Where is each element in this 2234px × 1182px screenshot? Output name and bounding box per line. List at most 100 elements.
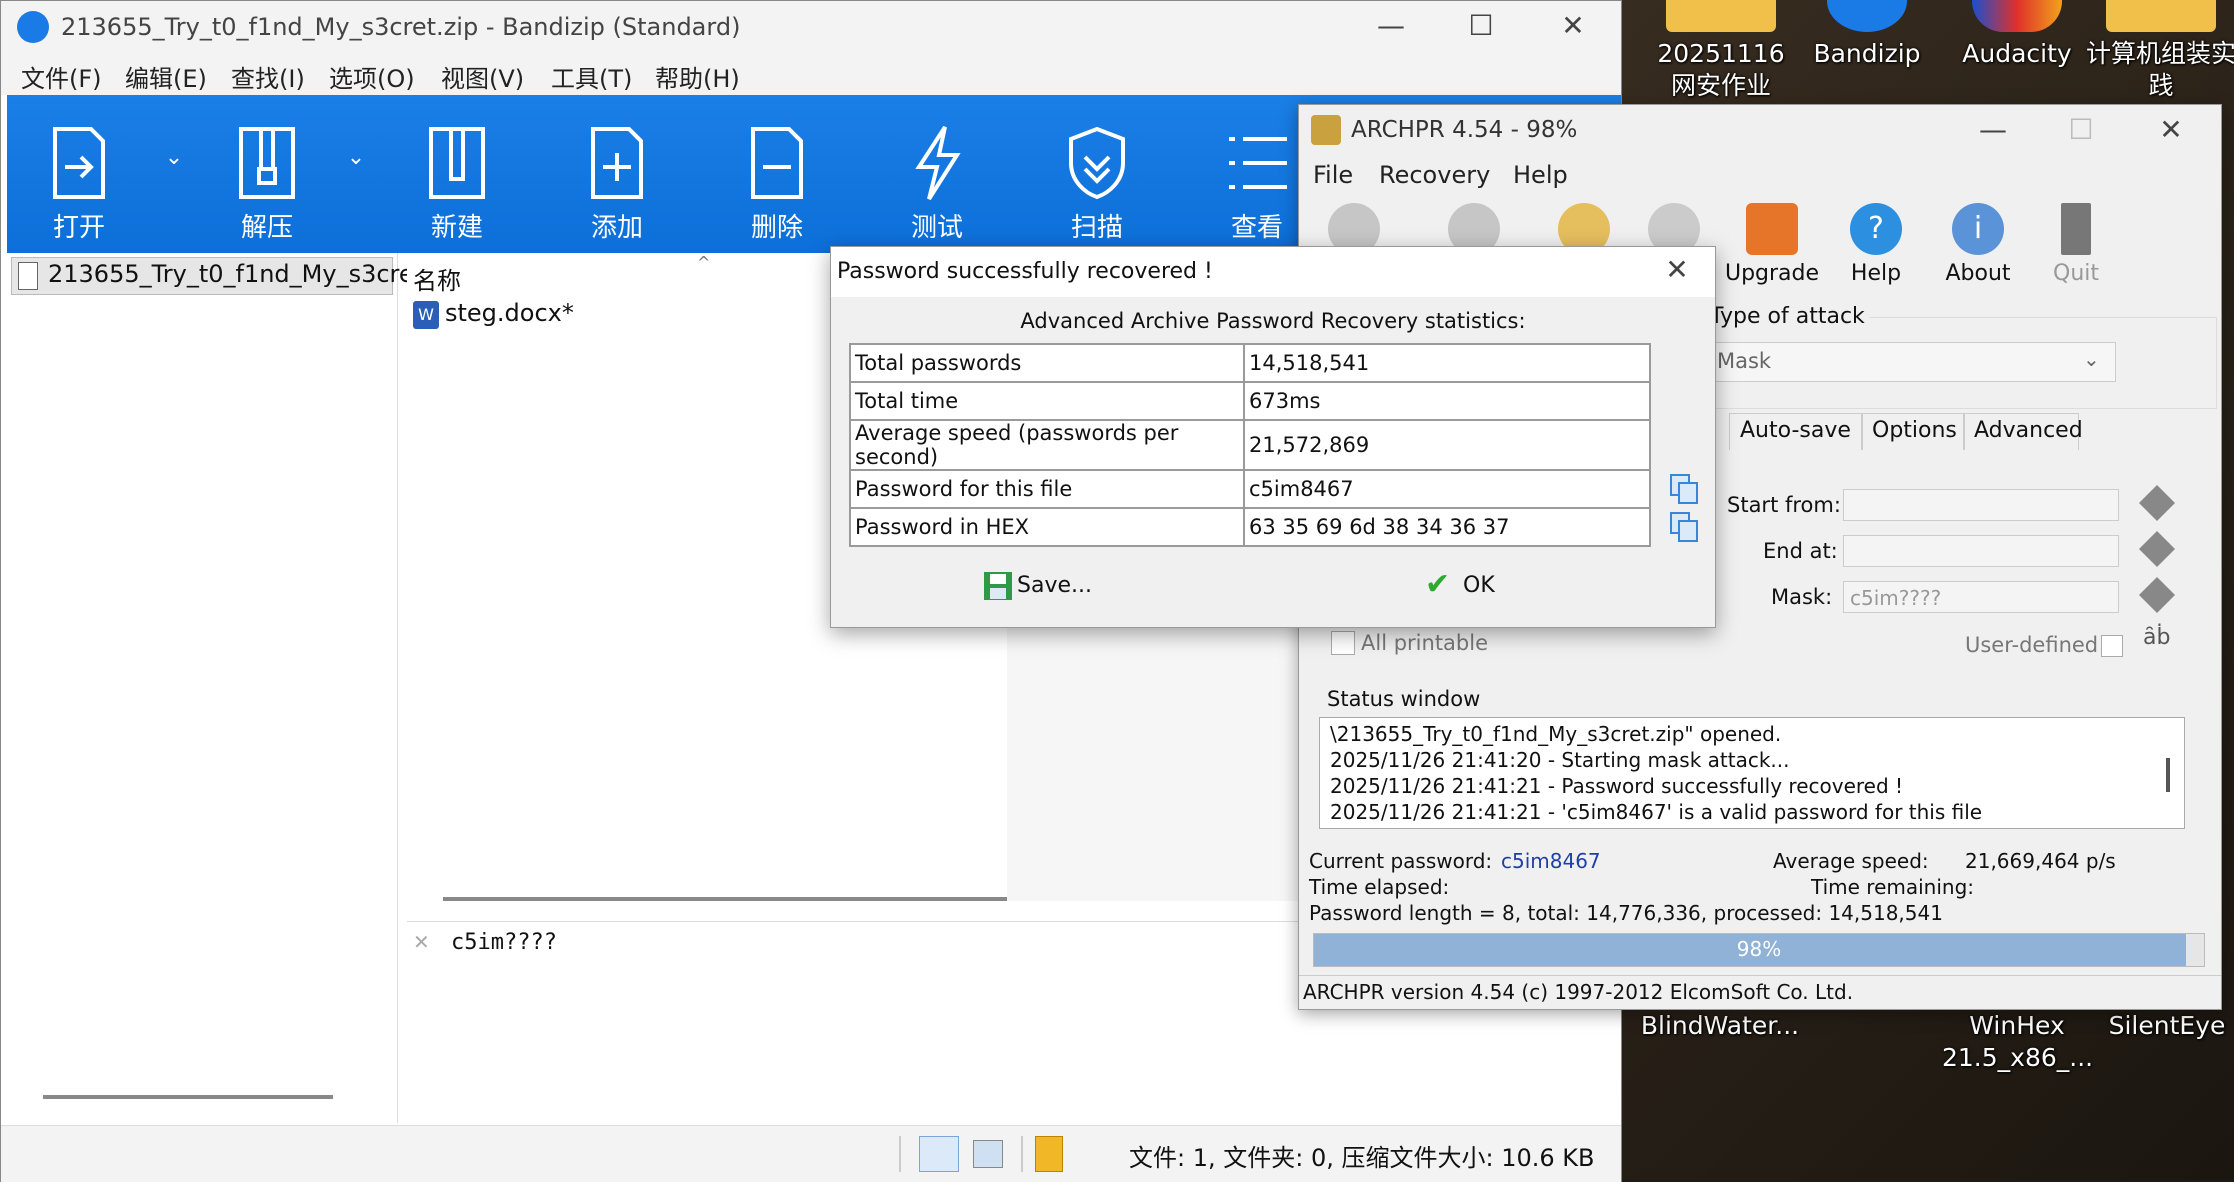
current-password-label: Current password: <box>1309 849 1493 873</box>
word-document-icon: W <box>413 301 439 329</box>
tree-item-archive[interactable]: 213655_Try_t0_f1nd_My_s3cre <box>11 257 414 295</box>
desktop-icon-bandizip[interactable]: Bandizip <box>1792 0 1942 70</box>
desktop-icon-folder-jisuanji[interactable]: 计算机组装实践 <box>2086 0 2234 102</box>
stat-key: Password in HEX <box>849 507 1245 547</box>
open-dropdown-chevron-down-icon[interactable]: ⌄ <box>159 145 189 175</box>
status-divider <box>1021 1136 1023 1172</box>
open-icon <box>53 127 105 199</box>
bandizip-app-icon <box>17 11 49 43</box>
open-label: 打开 <box>52 213 105 243</box>
desktop-icon-blindwater[interactable]: BlindWater... <box>1640 1010 1800 1042</box>
menu-options[interactable]: 选项(O) <box>329 59 415 94</box>
close-button[interactable]: ✕ <box>2141 113 2201 149</box>
attack-type-select[interactable]: Mask ⌄ <box>1708 342 2116 382</box>
menu-bar: 文件(F) 编辑(E) 查找(I) 选项(O) 视图(V) 工具(T) 帮助(H… <box>1 53 1621 95</box>
dialog-close-button[interactable]: ✕ <box>1647 253 1707 289</box>
column-header-name[interactable]: 名称 <box>413 261 461 296</box>
time-elapsed-label: Time elapsed: <box>1309 875 1450 899</box>
delete-label: 删除 <box>750 213 803 243</box>
info-icon: i <box>1952 203 2004 255</box>
checkmark-icon: ✔ <box>1425 567 1451 602</box>
user-defined-checkbox[interactable] <box>2101 635 2123 657</box>
floppy-disk-icon <box>984 572 1012 600</box>
password-length-info: Password length = 8, total: 14,776,336, … <box>1309 901 1943 925</box>
quit-button[interactable]: Quit <box>2021 199 2131 299</box>
menu-edit[interactable]: 编辑(E) <box>125 59 207 94</box>
tab-label: Auto-save <box>1740 418 1851 443</box>
archpr-app-icon <box>1311 115 1341 145</box>
maximize-button[interactable]: ☐ <box>2051 113 2111 149</box>
end-at-field[interactable] <box>1843 535 2119 567</box>
tab-auto-save[interactable]: Auto-save <box>1729 413 1863 450</box>
start-from-field[interactable] <box>1843 489 2119 521</box>
stat-value: 673ms <box>1243 381 1651 421</box>
end-at-picker-icon[interactable] <box>2139 531 2175 567</box>
tree-item-label: 213655_Try_t0_f1nd_My_s3cre <box>48 260 414 288</box>
title-bar: ARCHPR 4.54 - 98% — ☐ ✕ <box>1299 105 2221 155</box>
add-button[interactable]: 添加 <box>557 95 677 253</box>
menu-help[interactable]: Help <box>1513 161 1568 189</box>
test-label: 测试 <box>910 213 963 243</box>
menu-find[interactable]: 查找(I) <box>231 59 305 94</box>
details-view-icon[interactable] <box>919 1136 959 1172</box>
menu-bar: File Recovery Help <box>1299 155 2221 195</box>
audacity-shortcut-icon <box>1972 0 2062 32</box>
status-line: \213655_Try_t0_f1nd_My_s3cret.zip" opene… <box>1330 722 1782 746</box>
table-row: Password in HEX 63 35 69 6d 38 34 36 37 <box>849 507 1651 547</box>
dialog-title: Password successfully recovered ! <box>837 259 1213 284</box>
extract-button[interactable]: 解压 <box>207 95 327 253</box>
mask-field[interactable]: c5im???? <box>1843 581 2119 613</box>
desktop-icon-folder-20251116[interactable]: 20251116网安作业 <box>1646 0 1796 102</box>
menu-view[interactable]: 视图(V) <box>441 59 524 94</box>
stat-key: Total time <box>849 381 1245 421</box>
tab-label: Advanced <box>1974 418 2083 443</box>
copy-hex-icon[interactable] <box>1669 511 1699 543</box>
new-button[interactable]: 新建 <box>397 95 517 253</box>
charset-icon[interactable]: ȃḃ <box>2143 625 2170 650</box>
footer: ARCHPR version 4.54 (c) 1997-2012 ElcomS… <box>1299 975 2221 1010</box>
desktop-icon-silenteye[interactable]: SilentEye <box>2100 1010 2234 1042</box>
desktop-icon-audacity[interactable]: Audacity <box>1942 0 2092 70</box>
menu-file[interactable]: File <box>1313 161 1353 189</box>
delete-button[interactable]: 删除 <box>717 95 837 253</box>
scan-button[interactable]: 扫描 <box>1037 95 1157 253</box>
stat-value: 14,518,541 <box>1243 343 1651 383</box>
ok-button[interactable]: ✔ OK <box>1425 567 1515 607</box>
mask-picker-icon[interactable] <box>2139 577 2175 613</box>
shield-icon <box>1069 126 1125 200</box>
menu-file[interactable]: 文件(F) <box>21 59 102 94</box>
all-printable-checkbox[interactable] <box>1331 631 1355 655</box>
upgrade-button[interactable]: Upgrade <box>1717 199 1827 299</box>
tab-advanced[interactable]: Advanced <box>1963 413 2083 450</box>
horizontal-scrollbar[interactable] <box>43 1095 333 1099</box>
extract-dropdown-chevron-down-icon[interactable]: ⌄ <box>341 145 371 175</box>
close-comment-icon[interactable]: ✕ <box>413 930 430 954</box>
minimize-button[interactable]: — <box>1963 113 2023 149</box>
preview-view-icon[interactable] <box>973 1140 1003 1168</box>
mask-label: Mask: <box>1771 585 1833 609</box>
about-button[interactable]: i About <box>1923 199 2033 299</box>
open-button[interactable]: 打开 <box>19 95 139 253</box>
list-item[interactable]: W steg.docx* <box>413 299 833 333</box>
tab-options[interactable]: Options <box>1861 413 1965 450</box>
desktop-icon-winhex[interactable]: WinHex 21.5_x86_... <box>1942 1010 2093 1074</box>
test-button[interactable]: 测试 <box>877 95 997 253</box>
save-button[interactable]: Save... <box>983 567 1123 607</box>
desktop-icon-label: Bandizip <box>1813 39 1921 68</box>
status-window-label: Status window <box>1327 687 1481 711</box>
menu-help[interactable]: 帮助(H) <box>655 59 740 94</box>
menu-recovery[interactable]: Recovery <box>1379 161 1490 189</box>
archive-icon <box>1035 1136 1063 1172</box>
scan-label: 扫描 <box>1070 213 1123 243</box>
vertical-scrollbar[interactable] <box>2166 758 2170 792</box>
start-from-picker-icon[interactable] <box>2139 485 2175 521</box>
help-icon: ? <box>1850 203 1902 255</box>
copy-password-icon[interactable] <box>1669 473 1699 505</box>
maximize-button[interactable]: ☐ <box>1451 9 1511 45</box>
minimize-button[interactable]: — <box>1361 9 1421 45</box>
progress-text: 98% <box>1736 937 1782 961</box>
help-button[interactable]: ? Help <box>1821 199 1931 299</box>
status-bar: 文件: 1, 文件夹: 0, 压缩文件大小: 10.6 KB <box>1 1125 1621 1182</box>
menu-tools[interactable]: 工具(T) <box>551 59 632 94</box>
close-button[interactable]: ✕ <box>1543 9 1603 45</box>
